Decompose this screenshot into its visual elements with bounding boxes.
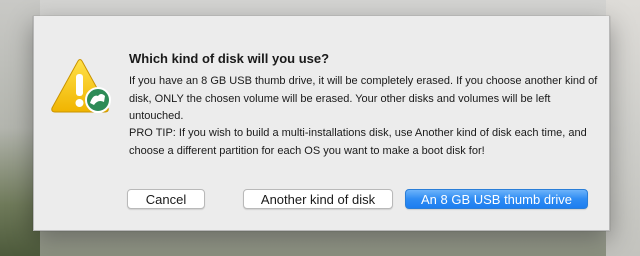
dialog-title: Which kind of disk will you use? [129, 51, 330, 66]
caution-icon [51, 59, 111, 113]
usb-thumb-drive-button[interactable]: An 8 GB USB thumb drive [405, 189, 588, 209]
desktop-background-right [606, 0, 640, 256]
cancel-button[interactable]: Cancel [127, 189, 205, 209]
dialog-message: If you have an 8 GB USB thumb drive, it … [129, 75, 598, 122]
another-disk-button[interactable]: Another kind of disk [243, 189, 393, 209]
dialog-pro-tip: PRO TIP: If you wish to build a multi-in… [129, 127, 587, 157]
